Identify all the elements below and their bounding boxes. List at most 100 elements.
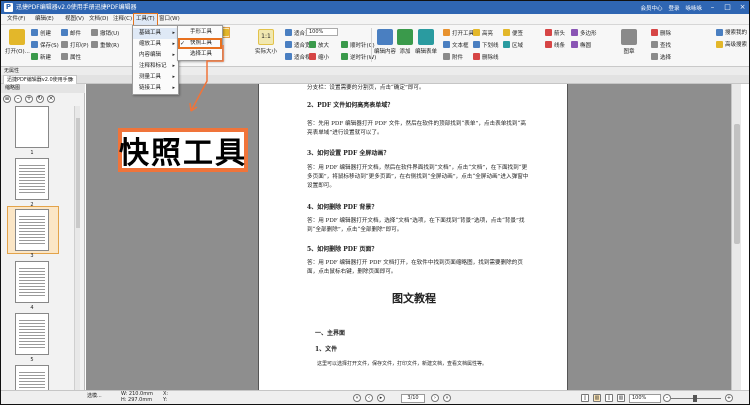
menu-document[interactable]: 文档(D): [89, 14, 109, 25]
zoom-out-status-icon[interactable]: –: [663, 394, 671, 402]
advanced-search-button[interactable]: 高级搜索: [715, 40, 747, 48]
menu-tools[interactable]: 工具(T): [133, 13, 158, 26]
thumbnail-page-3[interactable]: [15, 209, 49, 251]
ribbon-toolbar: 打开(O)... 创建 邮件 撤销(U) 保存(S) 打印(P) 属性 重做(R…: [1, 25, 749, 67]
prev-page-icon[interactable]: ‹: [365, 394, 373, 402]
thumbnail-mode-button[interactable]: [221, 27, 230, 38]
line-button[interactable]: 线条: [545, 40, 565, 49]
area-button[interactable]: 区域: [503, 40, 523, 49]
rotate-thumb-icon[interactable]: ↻: [36, 95, 44, 103]
zoom-in-status-icon[interactable]: +: [725, 394, 733, 402]
thumbnail-page-6[interactable]: [15, 365, 49, 390]
doc-paragraph: 分支栏：设置需要的分割页，点击“确定”即可。: [307, 85, 425, 91]
delete-button[interactable]: 删除: [651, 28, 671, 37]
stamp-icon: [621, 29, 637, 45]
polygon-icon: [571, 29, 578, 36]
delete-thumb-icon[interactable]: ×: [47, 95, 55, 103]
attachment-button[interactable]: 附件: [443, 52, 463, 61]
rotate-cw-button[interactable]: 顺时针(C): [341, 40, 375, 49]
search-mine-button[interactable]: 搜索我的: [715, 28, 747, 36]
minimize-icon[interactable]: –: [708, 3, 717, 12]
underline-button[interactable]: 下划线: [473, 40, 499, 49]
strikethrough-button[interactable]: 删除线: [473, 52, 499, 61]
vip-center-link[interactable]: 会员中心: [640, 4, 662, 12]
edit-form-button[interactable]: 编辑表单: [415, 29, 437, 55]
select-button[interactable]: 选择: [651, 52, 671, 61]
open-tools-button[interactable]: 打开工具: [443, 28, 474, 37]
doc-paragraph: 答：用 PDF 编辑器打开文档，然后在软件界面找到“文档”，点击“文档”，在下面…: [307, 165, 529, 189]
actual-size-button[interactable]: 1:1 实际大小: [255, 29, 277, 55]
thumbnail-scrollbar[interactable]: [74, 106, 80, 390]
thumbnail-page-5[interactable]: [15, 313, 49, 355]
properties-button[interactable]: 属性: [61, 52, 81, 61]
vertical-scrollbar[interactable]: [731, 84, 741, 390]
thumbnail-page-2[interactable]: [15, 158, 49, 200]
menu-bar: 文件(F) 编辑(E) 视图(V) 文档(D) 注释(C) 工具(T) 窗口(W…: [1, 13, 749, 26]
menu-item-basic-tools[interactable]: 基础工具 ▸: [133, 28, 178, 39]
two-page-icon[interactable]: ▯: [605, 394, 613, 402]
undo-button[interactable]: 撤销(U): [91, 28, 119, 37]
zoom-slider[interactable]: [671, 395, 721, 402]
two-page-continuous-icon[interactable]: ▥: [617, 394, 625, 402]
last-page-icon[interactable]: »: [443, 394, 451, 402]
zoom-in-button[interactable]: 放大: [309, 40, 329, 49]
menu-view[interactable]: 视图(V): [65, 14, 84, 25]
polygon-button[interactable]: 多边形: [571, 28, 597, 37]
select-mode-button[interactable]: 选模...: [87, 394, 102, 399]
tab-close-icon[interactable]: ×: [70, 76, 74, 84]
textbox-button[interactable]: 文本框: [443, 40, 469, 49]
save-button[interactable]: 保存(S): [31, 40, 59, 49]
add-button[interactable]: 添加: [397, 29, 413, 55]
thumbnail-page-4[interactable]: [15, 261, 49, 303]
new-button[interactable]: 新建: [31, 52, 51, 61]
stamp-button[interactable]: 图章: [621, 29, 637, 55]
zoom-select[interactable]: 100%: [629, 394, 661, 403]
arrow-button[interactable]: 箭头: [545, 28, 565, 37]
ellipse-icon: [571, 41, 578, 48]
login-link[interactable]: 登录: [668, 4, 679, 12]
find-button[interactable]: 查找: [651, 40, 671, 49]
hand-icon: [222, 29, 229, 36]
zoom-input[interactable]: 100%: [306, 28, 338, 36]
open-button[interactable]: 打开(O)...: [5, 29, 30, 55]
thumbnail-number: 4: [30, 305, 34, 311]
zoom-in-thumb-icon[interactable]: +: [25, 95, 33, 103]
user-name[interactable]: 咏咏咏: [685, 4, 702, 12]
edit-content-button[interactable]: 编辑内容: [374, 29, 396, 55]
menu-item-hand-tool[interactable]: 手形工具: [178, 27, 222, 38]
textbox-icon: [443, 41, 450, 48]
page-height: H: 297.0mm: [121, 397, 153, 403]
next-page-icon[interactable]: ›: [431, 394, 439, 402]
ellipse-button[interactable]: 椭圆: [571, 40, 591, 49]
print-button[interactable]: 打印(P): [61, 40, 89, 49]
paperclip-icon: [443, 53, 450, 60]
highlight-button[interactable]: 高亮: [473, 28, 493, 37]
maximize-icon[interactable]: □: [723, 3, 732, 12]
continuous-page-icon[interactable]: ▥: [593, 394, 601, 402]
document-tab[interactable]: 迅捷PDF编辑器v2.0使用手册 ×: [3, 75, 77, 84]
redo-button[interactable]: 重做(R): [91, 40, 119, 49]
advanced-search-icon: [715, 40, 723, 48]
first-page-icon[interactable]: «: [353, 394, 361, 402]
options-icon[interactable]: ≡: [3, 95, 11, 103]
menu-window[interactable]: 窗口(W): [159, 14, 180, 25]
menu-edit[interactable]: 编辑(E): [35, 14, 54, 25]
menu-comment[interactable]: 注释(C): [113, 14, 132, 25]
email-button[interactable]: 邮件: [61, 28, 81, 37]
play-icon[interactable]: ▸: [377, 394, 385, 402]
document-page[interactable]: 分支栏：设置需要的分割页，点击“确定”即可。 2、PDF 文件如何高亮表单域？ …: [258, 84, 568, 390]
thumbnail-page-1[interactable]: [15, 106, 49, 148]
doc-paragraph: 答：用 PDF 编辑器打开 PDF 文档打开，在软件中找到页面缩略图，找到需要删…: [307, 260, 523, 275]
zoom-out-thumb-icon[interactable]: –: [14, 95, 22, 103]
submenu-arrow-icon: ▸: [172, 30, 175, 36]
single-page-icon[interactable]: ▯: [581, 394, 589, 402]
actual-size-icon: 1:1: [258, 29, 274, 45]
close-icon[interactable]: ×: [738, 3, 747, 12]
zoom-slider-knob[interactable]: [693, 395, 697, 402]
sticky-note-button[interactable]: 便签: [503, 28, 523, 37]
note-icon: [503, 29, 510, 36]
zoom-out-button[interactable]: 缩小: [309, 52, 329, 61]
create-button[interactable]: 创建: [31, 28, 51, 37]
page-number-input[interactable]: 3/10: [401, 394, 425, 403]
menu-file[interactable]: 文件(F): [7, 14, 25, 25]
